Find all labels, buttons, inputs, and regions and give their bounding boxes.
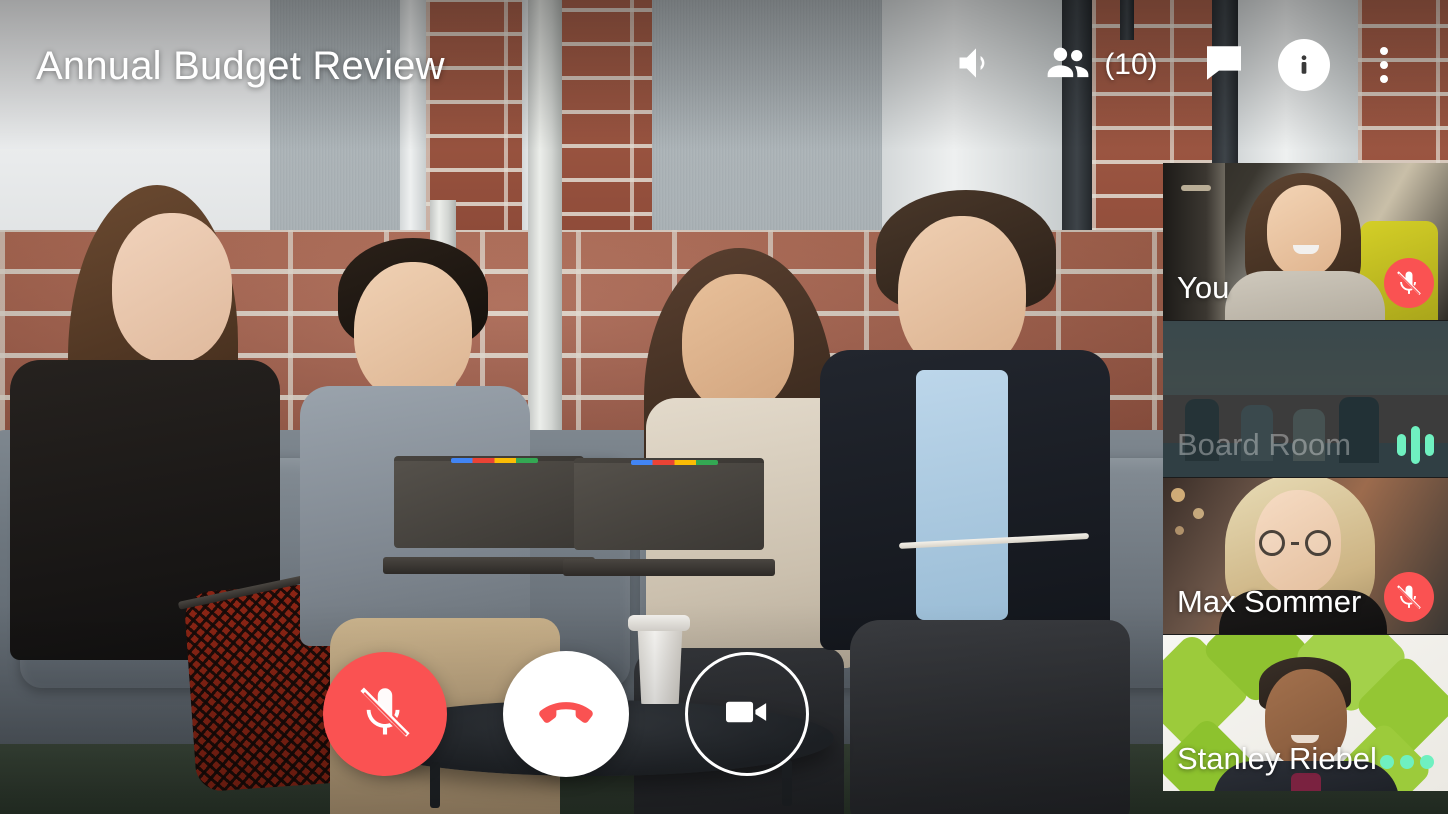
participant-thumbnail-stanley-riebel[interactable]: Stanley Riebel	[1163, 634, 1448, 791]
speaker-button[interactable]	[936, 34, 1016, 96]
participant-status-badge[interactable]	[1384, 572, 1434, 622]
videocam-icon	[719, 684, 775, 745]
participant-thumbnail-you[interactable]: You	[1163, 163, 1448, 320]
page-title: Annual Budget Review	[36, 44, 445, 88]
participant-name: Board Room	[1177, 427, 1352, 462]
bokeh-light	[1171, 488, 1185, 502]
audio-level-icon	[1397, 425, 1434, 465]
laptop-third	[562, 458, 776, 576]
laptop-brand-strip	[451, 458, 539, 463]
participant-name: You	[1177, 270, 1230, 305]
dot	[1380, 47, 1388, 55]
window-handle	[1181, 185, 1211, 191]
eq-bar	[1425, 434, 1434, 456]
person-second-head	[354, 262, 472, 402]
person-right-shirt	[916, 370, 1008, 620]
audio-dot	[1380, 755, 1394, 769]
hangup-button[interactable]	[502, 651, 629, 777]
more-options-button[interactable]	[1344, 34, 1424, 96]
laptop-lid	[394, 456, 584, 549]
dot	[1380, 75, 1388, 83]
person-third-head	[682, 274, 794, 412]
bokeh-light	[1175, 526, 1184, 535]
laptop-brand-strip	[631, 460, 719, 465]
glass-lens-right	[1305, 530, 1331, 556]
video-button[interactable]	[684, 652, 809, 776]
audio-dot	[1420, 755, 1434, 769]
thumbnail-face	[1267, 185, 1341, 277]
mic-off-icon	[354, 681, 416, 748]
eq-bar	[1411, 426, 1420, 464]
chat-icon	[1200, 39, 1248, 92]
participants-button[interactable]: (10)	[1016, 34, 1184, 96]
laptop-lid	[574, 458, 764, 551]
participant-thumbnail-board-room[interactable]: Board Room	[1163, 320, 1448, 477]
participant-thumbnail-sidebar: You Board Room Max Sommer Stanley Riebel	[1163, 163, 1448, 793]
glass-lens-left	[1259, 530, 1285, 556]
participants-icon	[1042, 37, 1094, 94]
top-bar: Annual Budget Review (10)	[0, 0, 1448, 128]
call-end-icon	[533, 679, 599, 750]
participant-status-badge[interactable]	[1380, 755, 1434, 769]
bokeh-light	[1193, 508, 1204, 519]
thumbnail-body	[1225, 271, 1385, 320]
laptop-base	[562, 559, 776, 576]
info-button[interactable]	[1264, 34, 1344, 96]
mic-off-icon	[1384, 258, 1434, 308]
video-call-app: Annual Budget Review (10) You Board Room…	[0, 0, 1448, 814]
call-controls	[0, 614, 1131, 814]
audio-dot	[1400, 755, 1414, 769]
thumbnail-smile	[1293, 245, 1319, 254]
dot	[1380, 61, 1388, 69]
eq-bar	[1397, 434, 1406, 456]
participant-status-badge[interactable]	[1397, 425, 1434, 465]
person-left-head	[112, 213, 232, 363]
glasses-icon	[1259, 530, 1331, 556]
top-bar-actions: (10)	[936, 34, 1424, 96]
chat-button[interactable]	[1184, 34, 1264, 96]
participant-name: Stanley Riebel	[1177, 741, 1377, 776]
laptop-second	[382, 456, 596, 574]
notebook-right	[898, 496, 1090, 549]
participant-name: Max Sommer	[1177, 584, 1362, 619]
mute-button[interactable]	[322, 652, 447, 776]
mic-off-icon	[1384, 572, 1434, 622]
participant-thumbnail-max-sommer[interactable]: Max Sommer	[1163, 477, 1448, 634]
more-options-icon	[1380, 47, 1388, 83]
glass-bridge	[1291, 541, 1299, 545]
speaker-icon	[954, 41, 998, 90]
info-icon	[1278, 39, 1330, 91]
participant-status-badge[interactable]	[1384, 258, 1434, 308]
participant-count: (10)	[1104, 48, 1158, 81]
audio-dots-icon	[1380, 755, 1434, 769]
